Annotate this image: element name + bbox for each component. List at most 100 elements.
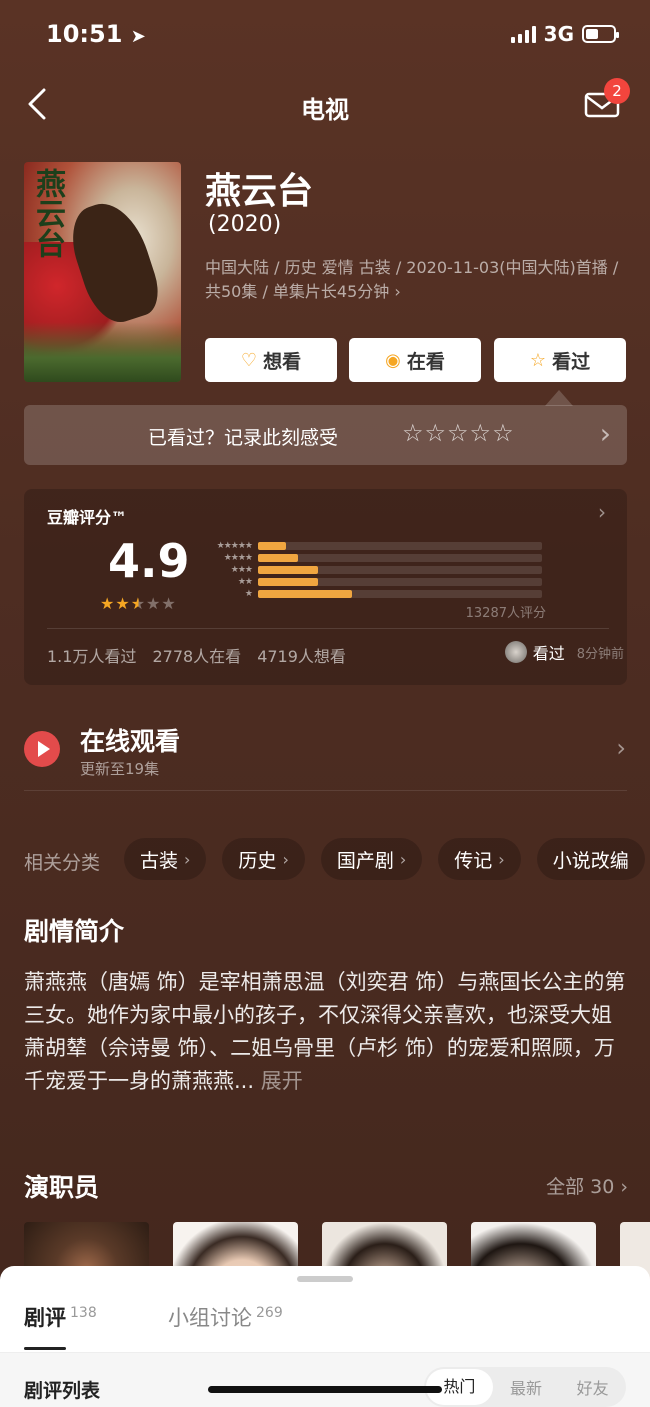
distribution-track <box>258 566 542 574</box>
watching-label: 在看 <box>406 350 445 373</box>
distribution-stars: ★★★ <box>230 565 253 575</box>
movie-title: 燕云台 <box>205 171 314 212</box>
distribution-track <box>258 590 542 598</box>
cast-all-link[interactable]: 全部 30 › <box>546 1172 628 1199</box>
distribution-bar <box>258 590 352 598</box>
want-label: 想看 <box>263 350 302 373</box>
synopsis-text: 萧燕燕（唐嫣 饰）是宰相萧思温（刘奕君 饰）与燕国长公主的第三女。她作为家中最小… <box>24 966 628 1098</box>
distribution-track <box>258 542 542 550</box>
watch-stats: 1.1万人看过 2778人在看 4719人想看 <box>47 643 346 667</box>
friend-action: 看过 <box>532 644 565 663</box>
divider <box>47 628 609 629</box>
distribution-bar <box>258 554 298 562</box>
tag-chip[interactable]: 国产剧 › <box>320 838 423 880</box>
stat-watching: 2778人在看 <box>152 647 242 666</box>
tooltip-pointer <box>545 390 573 406</box>
synopsis-body: 萧燕燕（唐嫣 饰）是宰相萧思温（刘奕君 饰）与燕国长公主的第三女。她作为家中最小… <box>24 970 626 1093</box>
notification-badge: 2 <box>604 78 630 104</box>
rating-label: 豆瓣评分™ <box>47 508 128 527</box>
page-title: 电视 <box>301 96 349 124</box>
chevron-right-icon: › <box>598 500 606 524</box>
status-indicators: 3G <box>510 22 619 46</box>
distribution-stars: ★★★★★ <box>216 541 253 551</box>
sort-friends[interactable]: 好友 <box>559 1375 626 1399</box>
distribution-track <box>258 578 542 586</box>
chevron-right-icon: › <box>399 849 407 869</box>
distribution-bar <box>258 542 287 550</box>
sort-segmented-control[interactable]: 热门 最新 好友 <box>424 1367 626 1407</box>
distribution-track <box>258 554 542 562</box>
stars-filled: ★★ <box>100 594 131 613</box>
tab-reviews-label: 剧评 <box>24 1306 66 1330</box>
avatar <box>504 641 527 663</box>
distribution-row: ★★ <box>200 576 542 588</box>
friend-activity[interactable]: 看过 8分钟前 <box>504 640 624 664</box>
tag-label: 古装 <box>140 849 179 872</box>
distribution-bar <box>258 578 318 586</box>
movie-year: (2020) <box>208 212 282 237</box>
rating-count: 13287人评分 <box>465 606 546 621</box>
watching-button[interactable]: ◉ 在看 <box>349 338 481 382</box>
signal-icon <box>510 25 536 43</box>
tab-groups[interactable]: 小组讨论 269 <box>168 1302 283 1332</box>
rate-stars-input[interactable]: ☆☆☆☆☆ <box>402 419 515 447</box>
poster-title: 燕云台 <box>30 168 65 258</box>
sort-new[interactable]: 最新 <box>493 1375 560 1399</box>
sheet-handle[interactable] <box>297 1276 353 1282</box>
watched-button[interactable]: ☆ 看过 <box>494 338 626 382</box>
stat-watched: 1.1万人看过 <box>47 647 137 666</box>
want-button[interactable]: ♡ 想看 <box>205 338 337 382</box>
tab-groups-label: 小组讨论 <box>168 1306 252 1330</box>
tag-chip[interactable]: 古装 › <box>124 838 207 880</box>
poster-image[interactable]: 燕云台 <box>24 162 181 382</box>
distribution-row: ★★★ <box>200 564 542 576</box>
stars-empty: ★★ <box>146 594 177 613</box>
record-feeling-bar[interactable]: 已看过？记录此刻感受 ☆☆☆☆☆ › <box>24 405 627 465</box>
chevron-right-icon: › <box>282 849 289 869</box>
tag-list: 古装 › 历史 › 国产剧 › 传记 › 小说改编 <box>124 838 645 880</box>
watched-label: 看过 <box>552 350 591 373</box>
tag-chip[interactable]: 历史 › <box>222 838 305 880</box>
tag-label: 传记 <box>454 849 493 872</box>
distribution-stars: ★ <box>244 589 253 599</box>
tab-groups-count: 269 <box>256 1305 283 1321</box>
tag-chip[interactable]: 小说改编 <box>536 838 645 880</box>
home-indicator <box>208 1386 442 1393</box>
synopsis-title: 剧情简介 <box>24 917 125 946</box>
play-icon[interactable] <box>24 731 60 767</box>
chevron-right-icon[interactable]: › <box>616 734 626 762</box>
cast-title: 演职员 <box>24 1173 100 1202</box>
expand-link[interactable]: 展开 <box>261 1069 303 1093</box>
network-label: 3G <box>543 22 574 46</box>
distribution-row: ★★★★★ <box>200 540 542 552</box>
star-outline-icon: ☆ <box>529 349 547 371</box>
clock: 10:51 <box>46 20 123 48</box>
tab-reviews-count: 138 <box>70 1305 97 1321</box>
battery-icon <box>582 25 619 43</box>
record-prompt: 已看过？记录此刻感受 <box>148 427 339 449</box>
tags-label: 相关分类 <box>24 852 101 874</box>
tag-label: 小说改编 <box>552 849 629 872</box>
distribution-row: ★★★★ <box>200 552 542 564</box>
review-list-label: 剧评列表 <box>24 1380 101 1402</box>
chevron-right-icon: › <box>184 849 191 869</box>
distribution-stars: ★★★★ <box>223 553 253 563</box>
tab-reviews[interactable]: 剧评 138 <box>24 1302 97 1332</box>
tag-label: 历史 <box>238 849 277 872</box>
rating-distribution: ★★★★★ ★★★★ ★★★ ★★ ★ <box>200 540 542 600</box>
movie-meta[interactable]: 中国大陆 / 历史 爱情 古装 / 2020-11-03(中国大陆)首播 / 共… <box>205 256 625 304</box>
poster-grass <box>24 322 181 382</box>
friend-time: 8分钟前 <box>576 646 624 662</box>
rating-stars: ★★★★★ <box>100 594 177 613</box>
chevron-right-icon: › <box>498 849 505 869</box>
target-icon: ◉ <box>385 349 401 371</box>
stat-want: 4719人想看 <box>257 647 346 666</box>
tag-chip[interactable]: 传记 › <box>438 838 521 880</box>
distribution-bar <box>258 566 318 574</box>
online-watch-subtitle: 更新至19集 <box>80 760 160 778</box>
online-watch-title[interactable]: 在线观看 <box>80 722 180 758</box>
location-icon: ➤ <box>130 26 146 47</box>
divider <box>24 790 627 791</box>
distribution-row: ★ <box>200 588 542 600</box>
status-time: 10:51 ➤ <box>46 20 146 48</box>
